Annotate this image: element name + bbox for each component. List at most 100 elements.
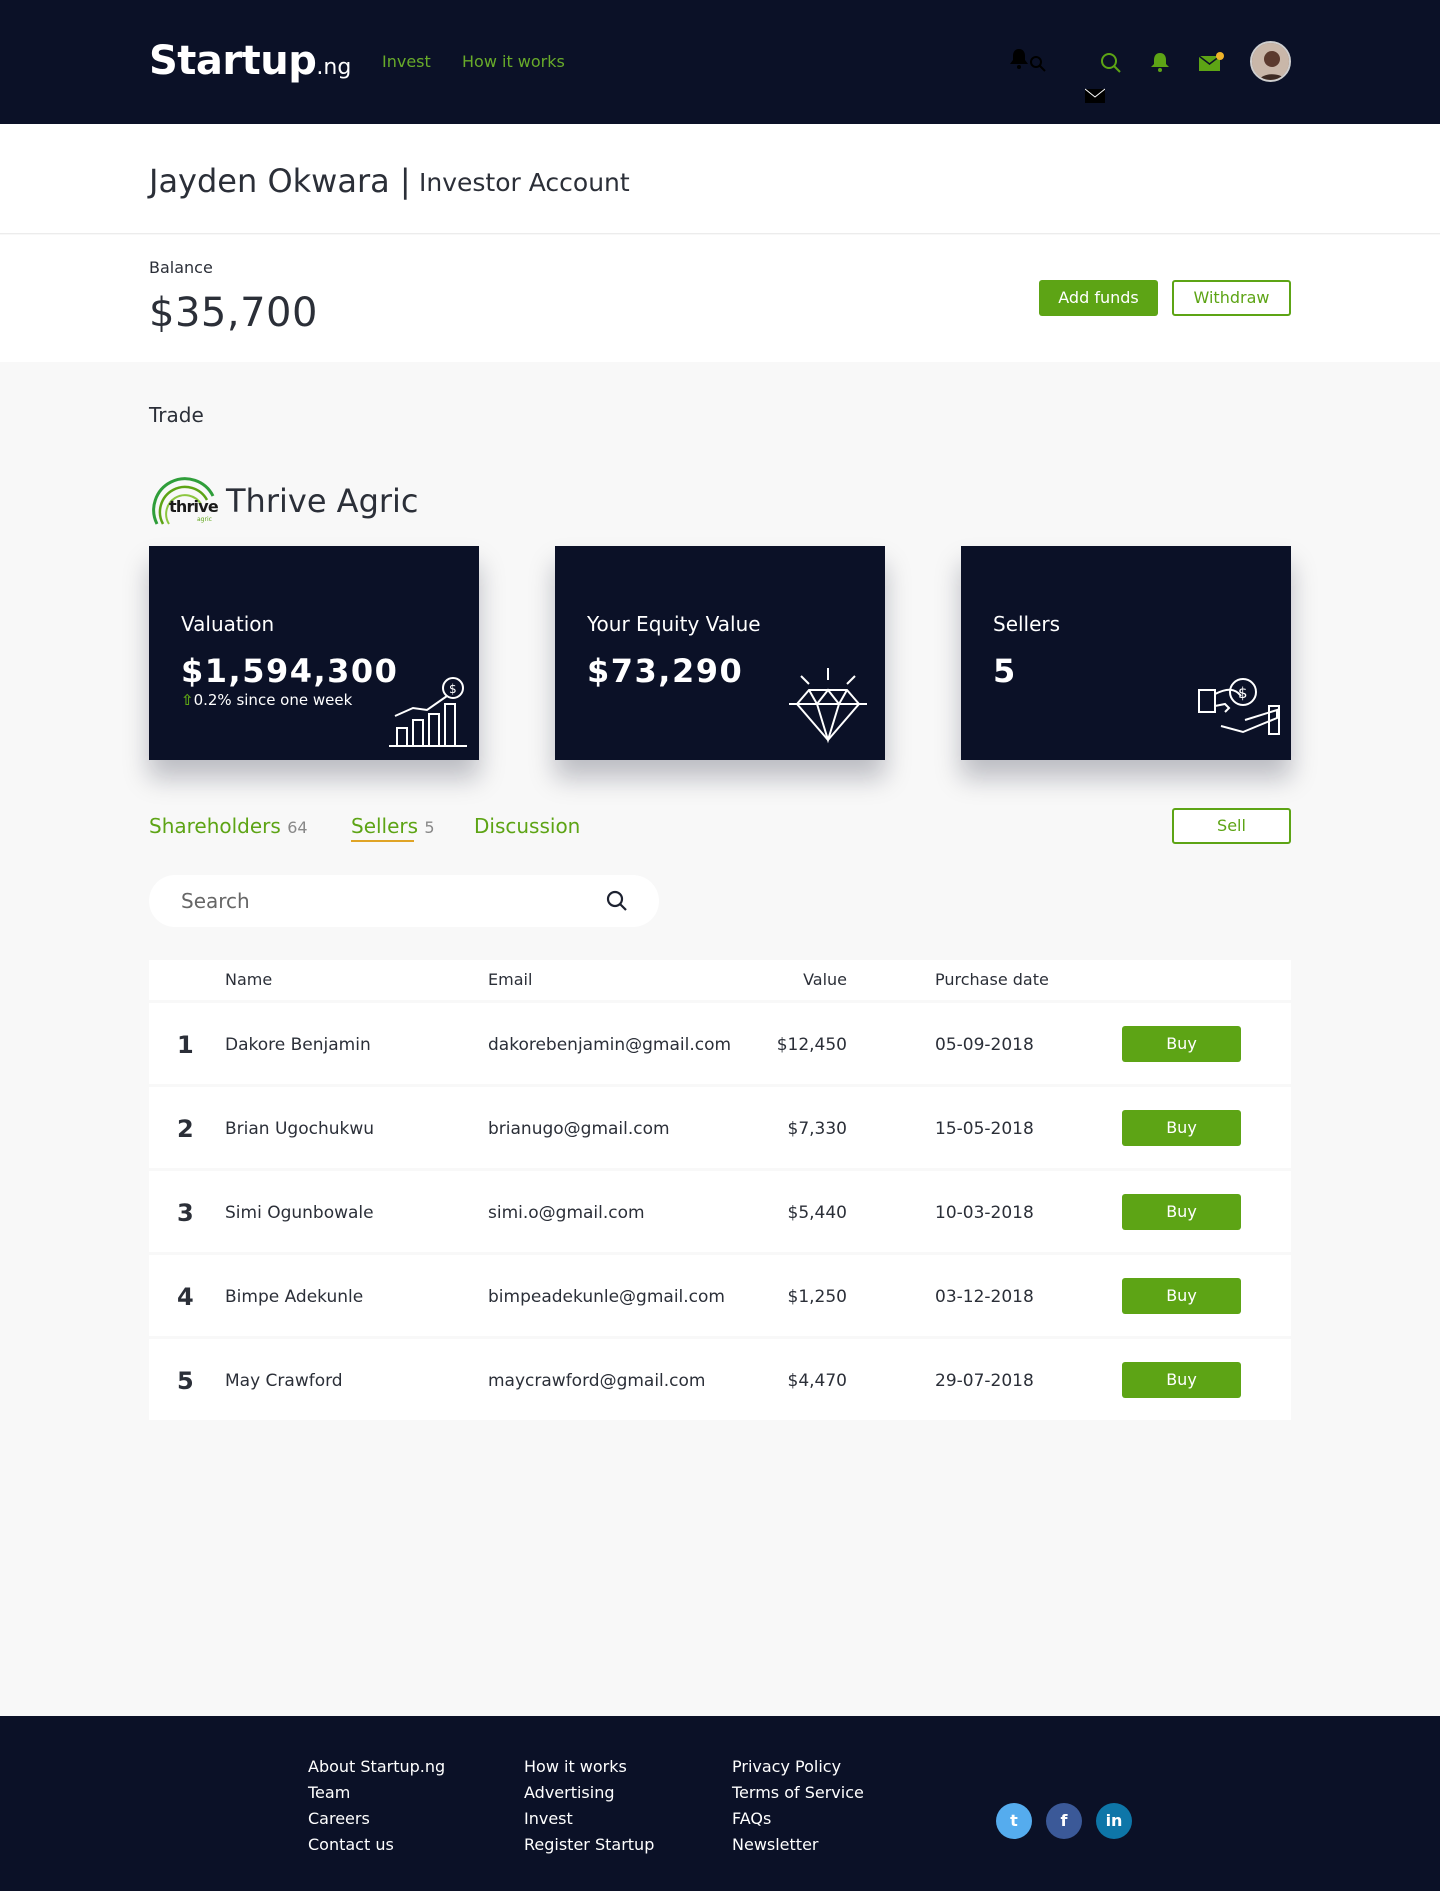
mail-icon[interactable]	[1198, 52, 1224, 72]
table-row: 5 May Crawford maycrawford@gmail.com $4,…	[149, 1339, 1291, 1420]
search-input[interactable]	[181, 885, 581, 917]
card-label: Sellers	[993, 612, 1061, 636]
trade-title: Trade	[149, 403, 204, 427]
up-arrow-icon: ⇧	[181, 691, 194, 709]
footer-link-privacy[interactable]: Privacy Policy	[732, 1754, 864, 1780]
twitter-icon[interactable]: t	[996, 1803, 1032, 1839]
footer-link-how-it-works[interactable]: How it works	[524, 1754, 654, 1780]
logo-subtext: agric	[197, 516, 212, 523]
column-name: Name	[225, 970, 273, 989]
mail-icon[interactable]	[1085, 88, 1105, 104]
column-email: Email	[488, 970, 533, 989]
card-value: $73,290	[587, 652, 744, 690]
seller-value: $1,250	[787, 1287, 847, 1307]
sellers-card: Sellers 5 $	[961, 546, 1291, 760]
balance-label: Balance	[149, 258, 213, 277]
bell-icon[interactable]	[1008, 46, 1030, 70]
seller-name: Dakore Benjamin	[225, 1035, 371, 1055]
footer-link-careers[interactable]: Careers	[308, 1806, 445, 1832]
search-bar	[149, 875, 659, 927]
sellers-table: Name Email Value Purchase date 1 Dakore …	[149, 960, 1291, 1420]
seller-name: Simi Ogunbowale	[225, 1203, 374, 1223]
search-icon[interactable]	[1028, 54, 1048, 74]
hand-coin-icon: $	[1198, 678, 1280, 735]
footer-link-terms[interactable]: Terms of Service	[732, 1780, 864, 1806]
seller-email: maycrawford@gmail.com	[488, 1371, 706, 1391]
footer-link-contact[interactable]: Contact us	[308, 1832, 445, 1858]
tab-discussion[interactable]: Discussion	[474, 814, 580, 838]
table-row: 4 Bimpe Adekunle bimpeadekunle@gmail.com…	[149, 1255, 1291, 1336]
company-name: Thrive Agric	[226, 482, 419, 520]
valuation-card: Valuation $1,594,300 ⇧0.2% since one wee…	[149, 546, 479, 760]
seller-value: $5,440	[787, 1203, 847, 1223]
search-icon[interactable]	[1100, 52, 1122, 74]
purchase-date: 03-12-2018	[935, 1287, 1034, 1307]
seller-name: Brian Ugochukwu	[225, 1119, 375, 1139]
buy-button[interactable]: Buy	[1122, 1026, 1241, 1062]
tab-count: 5	[424, 818, 435, 837]
purchase-date: 05-09-2018	[935, 1035, 1034, 1055]
footer-link-team[interactable]: Team	[308, 1780, 445, 1806]
account-name: Jayden Okwara |	[149, 162, 411, 200]
footer-link-about[interactable]: About Startup.ng	[308, 1754, 445, 1780]
card-label: Valuation	[181, 612, 275, 636]
add-funds-button[interactable]: Add funds	[1039, 280, 1158, 316]
seller-value: $4,470	[787, 1371, 847, 1391]
footer-link-faqs[interactable]: FAQs	[732, 1806, 864, 1832]
buy-button[interactable]: Buy	[1122, 1278, 1241, 1314]
card-label: Your Equity Value	[587, 612, 761, 636]
linkedin-icon[interactable]: in	[1096, 1803, 1132, 1839]
search-icon[interactable]	[605, 889, 629, 913]
card-value: $1,594,300	[181, 652, 399, 690]
purchase-date: 29-07-2018	[935, 1371, 1034, 1391]
growth-chart-icon: $	[389, 677, 467, 747]
company-logo: thrive agric	[152, 477, 220, 525]
seller-name: Bimpe Adekunle	[225, 1287, 364, 1307]
equity-card: Your Equity Value $73,290	[555, 546, 885, 760]
diamond-icon	[789, 668, 867, 744]
footer-link-advertising[interactable]: Advertising	[524, 1780, 654, 1806]
column-value: Value	[803, 970, 847, 989]
balance-value: $35,700	[149, 290, 318, 336]
footer-link-register-startup[interactable]: Register Startup	[524, 1832, 654, 1858]
user-avatar[interactable]	[1250, 41, 1291, 82]
facebook-icon[interactable]: f	[1046, 1803, 1082, 1839]
row-number: 2	[177, 1115, 194, 1143]
tab-shareholders[interactable]: Shareholders 64	[149, 814, 308, 838]
logo-text: thrive	[169, 497, 219, 516]
seller-email: bimpeadekunle@gmail.com	[488, 1287, 725, 1307]
bell-icon[interactable]	[1150, 51, 1170, 73]
top-navbar: Startup.ng Invest How it works	[0, 0, 1440, 124]
table-row: 2 Brian Ugochukwu brianugo@gmail.com $7,…	[149, 1087, 1291, 1168]
tab-sellers[interactable]: Sellers 5	[351, 814, 435, 838]
seller-value: $12,450	[776, 1035, 847, 1055]
nav-invest[interactable]: Invest	[382, 52, 431, 71]
row-number: 1	[177, 1031, 194, 1059]
purchase-date: 10-03-2018	[935, 1203, 1034, 1223]
footer-link-newsletter[interactable]: Newsletter	[732, 1832, 864, 1858]
row-number: 4	[177, 1283, 194, 1311]
avatar-icon	[1252, 43, 1289, 80]
table-header: Name Email Value Purchase date	[149, 960, 1291, 1000]
tab-count: 64	[287, 818, 308, 837]
withdraw-button[interactable]: Withdraw	[1172, 280, 1291, 316]
footer-link-invest[interactable]: Invest	[524, 1806, 654, 1832]
buy-button[interactable]: Buy	[1122, 1110, 1241, 1146]
buy-button[interactable]: Buy	[1122, 1362, 1241, 1398]
row-number: 5	[177, 1367, 194, 1395]
table-row: 1 Dakore Benjamin dakorebenjamin@gmail.c…	[149, 1003, 1291, 1084]
site-logo[interactable]: Startup.ng	[149, 38, 351, 84]
card-value: 5	[993, 652, 1017, 690]
card-change: ⇧0.2% since one week	[181, 691, 353, 709]
row-number: 3	[177, 1199, 194, 1227]
svg-text:$: $	[449, 682, 457, 696]
seller-value: $7,330	[787, 1119, 847, 1139]
logo-suffix: .ng	[316, 55, 352, 80]
seller-name: May Crawford	[225, 1371, 343, 1391]
account-type: Investor Account	[419, 168, 630, 197]
nav-how-it-works[interactable]: How it works	[462, 52, 565, 71]
buy-button[interactable]: Buy	[1122, 1194, 1241, 1230]
footer: About Startup.ng Team Careers Contact us…	[0, 1716, 1440, 1891]
column-purchase-date: Purchase date	[935, 970, 1049, 989]
sell-button[interactable]: Sell	[1172, 808, 1291, 844]
